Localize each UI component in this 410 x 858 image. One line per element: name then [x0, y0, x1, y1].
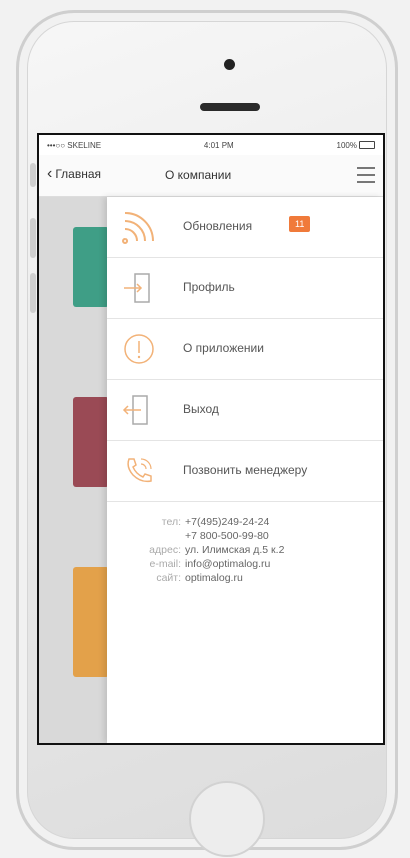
carrier-label: •••○○ SKELINE: [47, 140, 102, 150]
menu-item-label: Позвонить менеджеру: [183, 463, 308, 477]
hamburger-menu-icon[interactable]: [357, 167, 375, 183]
orange-tile: [73, 567, 109, 677]
side-menu: Обновления 11 Профиль О приложении Выход…: [107, 197, 383, 743]
mute-switch: [30, 163, 36, 187]
underlying-content: [39, 197, 109, 743]
battery-percent: 100%: [336, 140, 357, 150]
menu-item-about[interactable]: О приложении: [107, 319, 383, 380]
volume-down-button: [30, 273, 36, 313]
address-value: ул. Илимская д.5 к.2: [185, 544, 285, 556]
menu-item-label: Профиль: [183, 280, 235, 294]
site-link[interactable]: optimalog.ru: [185, 571, 243, 585]
rss-feed-icon: [122, 212, 154, 244]
login-door-icon: [124, 273, 150, 303]
battery-indicator: 100%: [337, 141, 375, 150]
email-link[interactable]: info@optimalog.ru: [185, 557, 270, 571]
navigation-bar: ‹ Главная О компании: [39, 155, 383, 197]
status-bar: •••○○ SKELINE 4:01 PM 100%: [39, 135, 383, 155]
email-label: e-mail:: [149, 558, 181, 570]
phone-label: тел:: [161, 516, 181, 528]
back-button[interactable]: ‹ Главная: [47, 165, 102, 182]
clock: 4:01 PM: [203, 140, 234, 150]
site-label: сайт:: [156, 572, 181, 584]
phone-screen: •••○○ SKELINE 4:01 PM 100% ‹ Главная О к…: [37, 133, 385, 745]
menu-item-profile[interactable]: Профиль: [107, 258, 383, 319]
home-button[interactable]: [189, 781, 265, 857]
earpiece-speaker: [200, 103, 260, 111]
menu-item-label: Обновления: [183, 219, 253, 233]
logout-door-icon: [122, 395, 148, 425]
volume-up-button: [30, 218, 36, 258]
address-label: адрес:: [149, 544, 181, 556]
menu-item-label: О приложении: [183, 341, 264, 355]
updates-count-badge: 11: [289, 216, 311, 232]
green-tile: [73, 227, 109, 307]
menu-item-label: Выход: [183, 402, 219, 416]
red-tile: [73, 397, 109, 487]
info-icon: [124, 334, 154, 364]
phone-number-1[interactable]: +7(495)249-24-24: [185, 515, 269, 529]
page-title: О компании: [165, 168, 232, 182]
contacts-block: тел: +7(495)249-24-24 +7 800-500-99-80 а…: [107, 515, 383, 585]
back-label: Главная: [55, 167, 102, 181]
phone-number-2[interactable]: +7 800-500-99-80: [185, 529, 269, 543]
battery-icon: [358, 141, 375, 149]
chevron-left-icon: ‹: [47, 165, 53, 182]
front-camera: [224, 59, 235, 70]
phone-call-icon: [127, 458, 152, 483]
menu-item-call-manager[interactable]: Позвонить менеджеру: [107, 441, 383, 502]
menu-item-logout[interactable]: Выход: [107, 380, 383, 441]
menu-item-updates[interactable]: Обновления 11: [107, 197, 383, 258]
